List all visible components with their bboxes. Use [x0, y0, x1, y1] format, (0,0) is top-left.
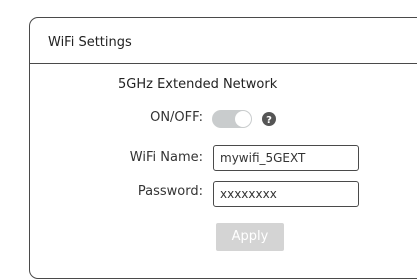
wifi-name-label: WiFi Name: — [129, 150, 203, 165]
wifi-name-input[interactable] — [213, 145, 359, 171]
onoff-label: ON/OFF: — [150, 110, 203, 125]
password-input[interactable] — [213, 181, 359, 207]
section-title: 5GHz Extended Network — [118, 77, 278, 92]
panel-header: WiFi Settings — [30, 18, 417, 64]
svg-text:?: ? — [266, 115, 272, 126]
toggle-knob — [235, 111, 251, 127]
password-label: Password: — [137, 184, 203, 199]
apply-button[interactable]: Apply — [216, 223, 284, 251]
panel-title: WiFi Settings — [48, 35, 132, 50]
wifi-toggle[interactable] — [212, 110, 252, 128]
question-circle-icon[interactable]: ? — [262, 112, 276, 126]
